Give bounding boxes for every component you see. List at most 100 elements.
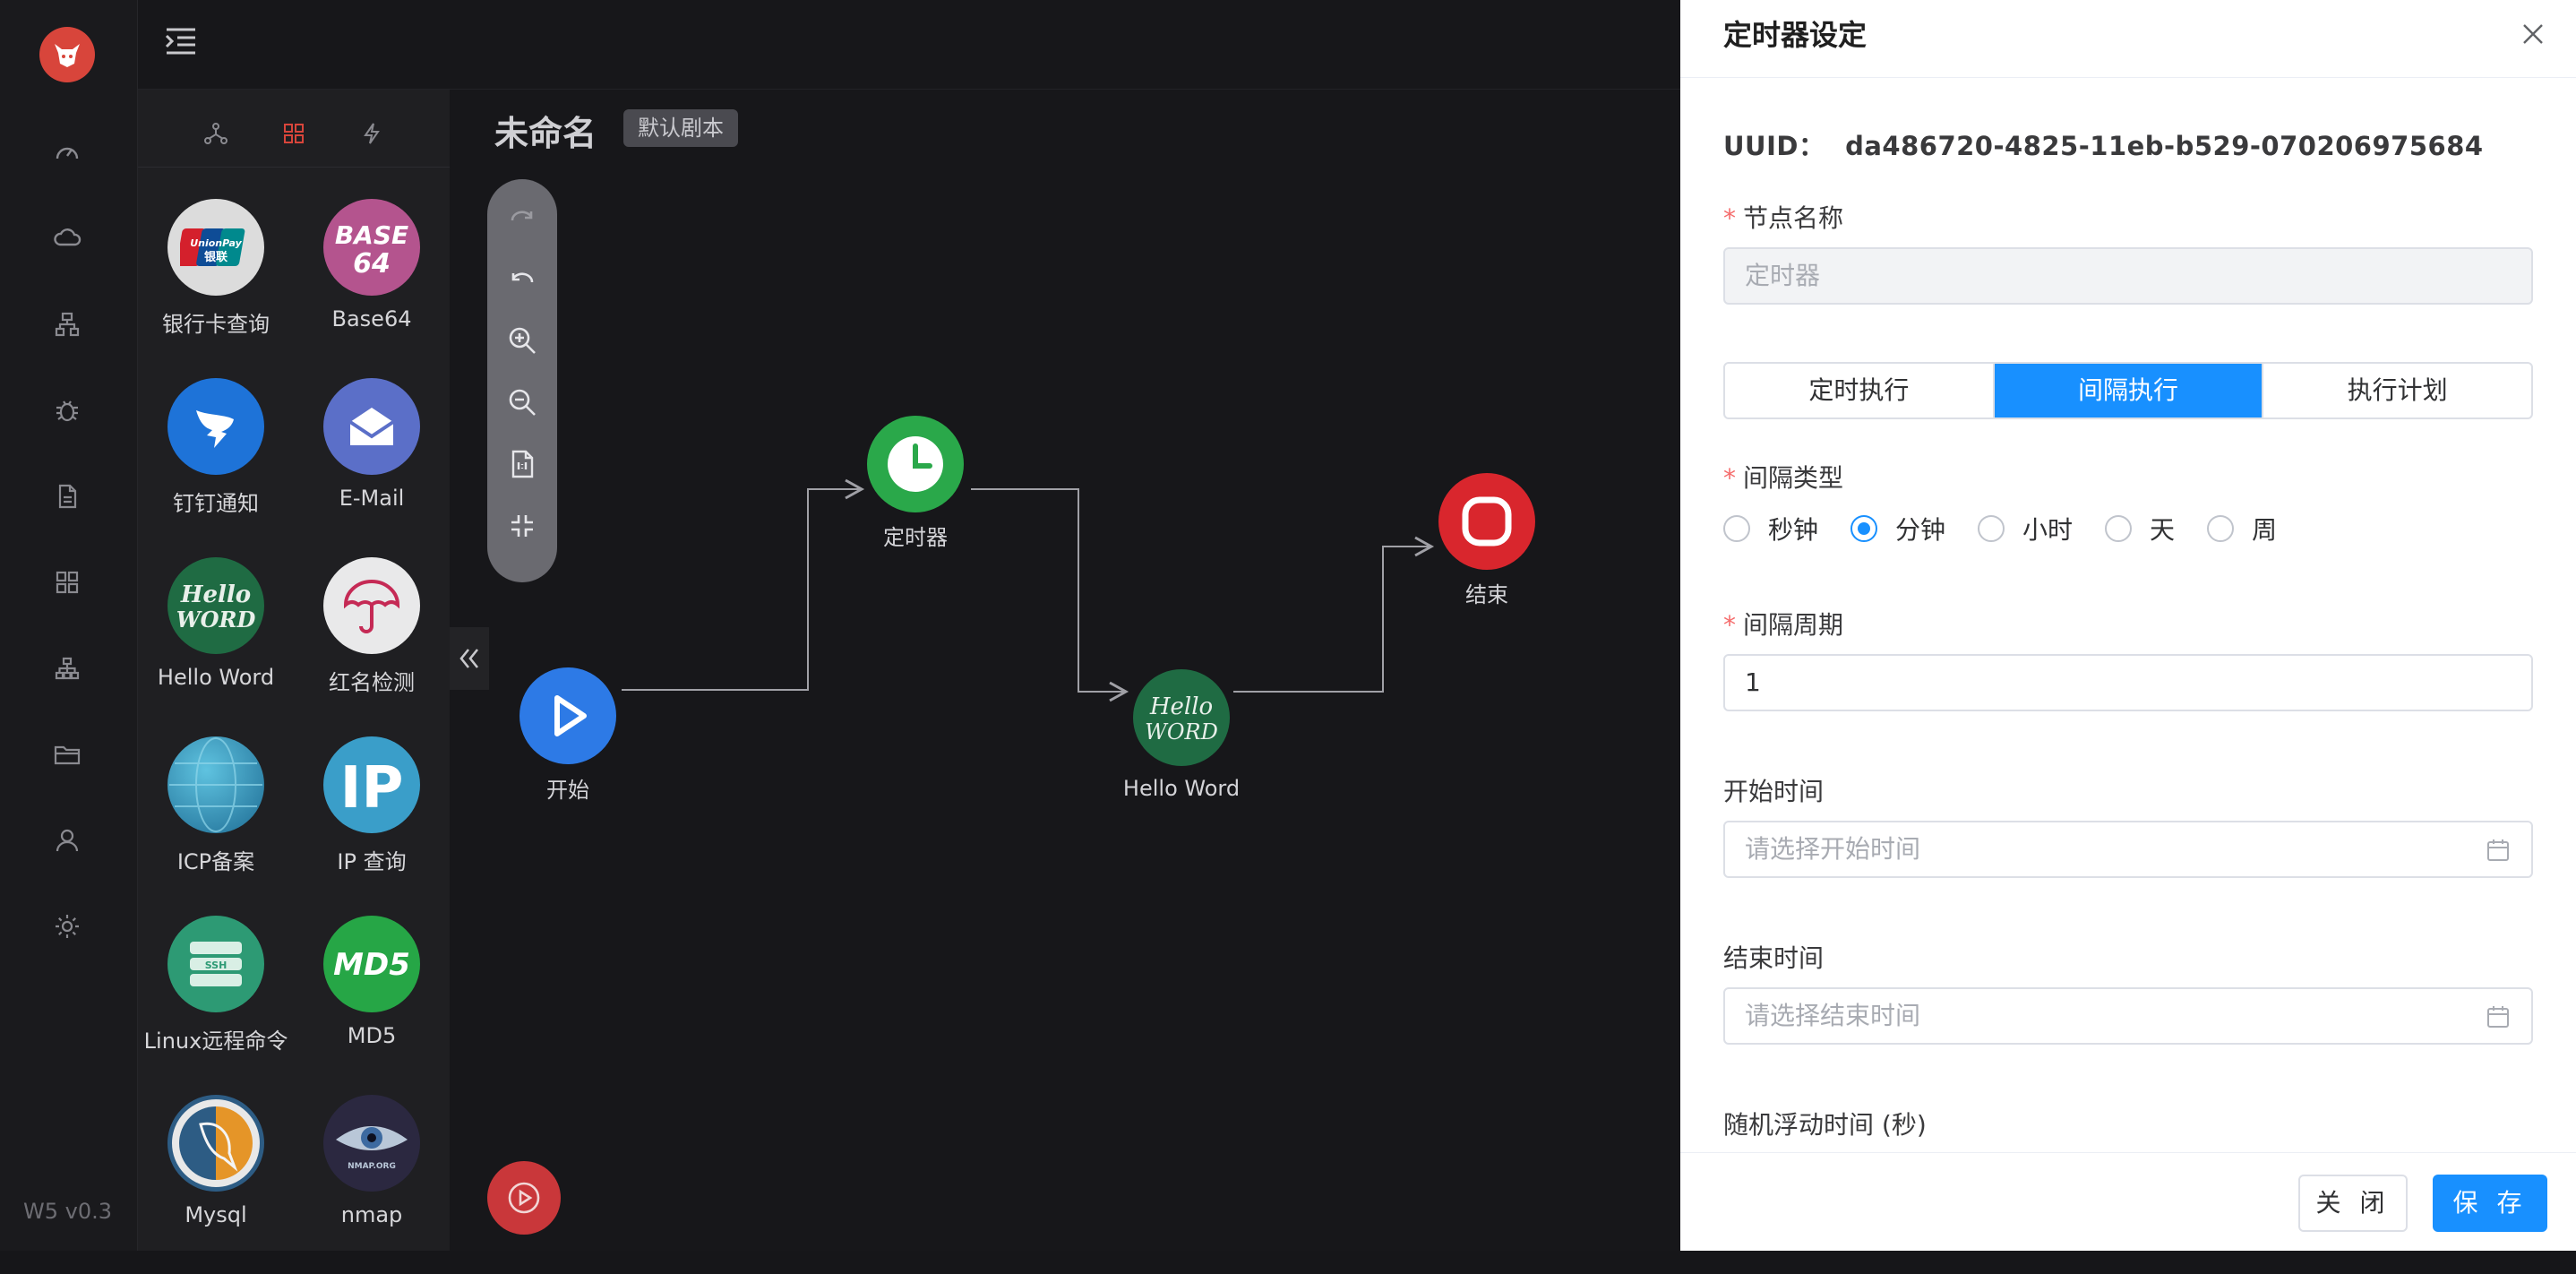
interval-period-input[interactable]: 1	[1723, 654, 2533, 711]
sitemap-icon[interactable]	[45, 302, 90, 347]
segment-interval[interactable]: 间隔执行	[1994, 364, 2264, 417]
palette-item-redname[interactable]: 红名检测	[294, 557, 450, 736]
node-hello-word[interactable]: Hello WORD	[1133, 669, 1230, 766]
radio-circle[interactable]	[1850, 515, 1878, 542]
node-name-label: * 节点名称	[1723, 203, 1844, 233]
segment-fixed-time[interactable]: 定时执行	[1725, 364, 1995, 417]
start-time-picker[interactable]: 请选择开始时间	[1723, 821, 2533, 878]
left-nav: W5 v0.3	[0, 0, 138, 1251]
node-hello-word-label: Hello Word	[1122, 776, 1241, 801]
menu-toggle-icon[interactable]	[165, 27, 204, 63]
radio-circle[interactable]	[1978, 515, 2005, 542]
palette-tab-bolt-icon[interactable]	[345, 113, 399, 154]
palette-tab-tree-icon[interactable]	[189, 113, 243, 154]
calendar-icon	[2487, 1006, 2509, 1028]
run-circle-icon	[508, 1182, 540, 1214]
close-icon[interactable]	[2515, 16, 2551, 52]
palette-item-bankcard[interactable]: UnionPay 银联 银行卡查询	[138, 199, 294, 378]
workflow-canvas[interactable]: 未命名 默认剧本 开始 定时器 Hello WORD Hello Word 结束	[450, 90, 1680, 1251]
svg-text:Hello: Hello	[1149, 693, 1213, 720]
email-icon	[323, 378, 420, 475]
palette-item-linux-ssh[interactable]: SSH Linux远程命令	[138, 916, 294, 1095]
palette-item-ip[interactable]: IP IP 查询	[294, 736, 450, 916]
svg-text:Hello: Hello	[180, 581, 251, 608]
palette-item-nmap[interactable]: NMAP.ORG nmap	[294, 1095, 450, 1274]
apps-icon[interactable]	[45, 560, 90, 605]
node-end[interactable]	[1438, 473, 1535, 570]
palette-item-label: MD5	[347, 1023, 397, 1048]
palette-item-label: 钉钉通知	[173, 491, 259, 516]
svg-text:NMAP.ORG: NMAP.ORG	[348, 1162, 396, 1171]
start-time-placeholder: 请选择开始时间	[1745, 834, 1921, 864]
palette-item-mysql[interactable]: Mysql	[138, 1095, 294, 1274]
radio-hours[interactable]: 小时	[1978, 511, 2073, 547]
node-name-input[interactable]: 定时器	[1723, 247, 2533, 305]
uuid-label: UUID：	[1723, 131, 1825, 161]
document-icon[interactable]	[45, 474, 90, 519]
end-time-picker[interactable]: 请选择结束时间	[1723, 987, 2533, 1045]
hello-word-icon: HelloWORD	[1145, 693, 1218, 745]
umbrella-icon	[323, 557, 420, 654]
palette-item-md5[interactable]: MD5 MD5	[294, 916, 450, 1095]
palette-item-dingtalk[interactable]: 钉钉通知	[138, 378, 294, 557]
drawer-divider	[1680, 77, 2576, 78]
edge-hello-end	[1233, 536, 1435, 693]
palette-item-base64[interactable]: BASE 64 Base64	[294, 199, 450, 378]
segment-cron-plan[interactable]: 执行计划	[2263, 364, 2531, 417]
palette-item-label: E-Mail	[339, 486, 405, 511]
svg-text:SSH: SSH	[205, 960, 228, 971]
app-logo[interactable]	[39, 27, 95, 82]
required-asterisk: *	[1723, 610, 1736, 640]
user-icon[interactable]	[45, 818, 90, 863]
required-asterisk: *	[1723, 463, 1736, 493]
close-button[interactable]: 关 闭	[2298, 1175, 2408, 1232]
calendar-icon	[2487, 839, 2509, 861]
uuid-value: da486720-4825-11eb-b529-070206975684	[1845, 131, 2484, 161]
radio-circle[interactable]	[2207, 515, 2235, 542]
top-bar	[138, 0, 1680, 90]
gear-icon[interactable]	[45, 904, 90, 949]
palette-tab-grid-icon[interactable]	[267, 113, 321, 154]
node-timer-label: 定时器	[883, 525, 948, 550]
node-timer[interactable]	[867, 416, 964, 512]
radio-minutes[interactable]: 分钟	[1850, 511, 1945, 547]
dashboard-icon[interactable]	[45, 130, 90, 175]
palette-item-email[interactable]: E-Mail	[294, 378, 450, 557]
play-icon	[554, 695, 587, 736]
md5-icon: MD5	[323, 916, 420, 1012]
clock-icon	[888, 436, 943, 492]
app-version: W5 v0.3	[23, 1199, 112, 1224]
radio-days[interactable]: 天	[2105, 511, 2175, 547]
radio-seconds[interactable]: 秒钟	[1723, 511, 1818, 547]
radio-weeks[interactable]: 周	[2207, 511, 2277, 547]
nmap-eye-icon: NMAP.ORG	[323, 1095, 420, 1192]
palette-item-icp[interactable]: ICP备案	[138, 736, 294, 916]
radio-circle[interactable]	[1723, 515, 1750, 542]
node-end-label: 结束	[1465, 582, 1508, 607]
palette-item-label: ICP备案	[176, 849, 255, 874]
palette-item-label: Linux远程命令	[143, 1029, 288, 1054]
network-icon[interactable]	[45, 646, 90, 691]
required-asterisk: *	[1723, 203, 1736, 233]
svg-text:MD5: MD5	[333, 947, 410, 983]
folder-icon[interactable]	[45, 732, 90, 777]
ssh-server-icon: SSH	[167, 916, 264, 1012]
node-start[interactable]	[519, 667, 616, 764]
dingtalk-icon	[167, 378, 264, 475]
svg-text:银联: 银联	[204, 250, 228, 264]
palette-item-hello-word[interactable]: Hello WORD Hello Word	[138, 557, 294, 736]
drawer-footer: 关 闭 保 存	[1680, 1152, 2576, 1251]
drawer-title: 定时器设定	[1723, 18, 1868, 52]
cloud-icon[interactable]	[45, 216, 90, 261]
base64-icon: BASE 64	[323, 199, 420, 296]
bug-icon[interactable]	[45, 388, 90, 433]
schedule-mode-segmented: 定时执行 间隔执行 执行计划	[1723, 362, 2533, 419]
svg-text:UnionPay: UnionPay	[190, 237, 242, 249]
palette-item-label: nmap	[340, 1202, 403, 1227]
svg-text:WORD: WORD	[176, 607, 256, 633]
hello-word-icon: HelloWORD	[167, 557, 264, 654]
svg-text:64: 64	[353, 248, 391, 280]
run-workflow-button[interactable]	[487, 1161, 561, 1235]
save-button[interactable]: 保 存	[2433, 1175, 2547, 1232]
radio-circle[interactable]	[2105, 515, 2133, 542]
